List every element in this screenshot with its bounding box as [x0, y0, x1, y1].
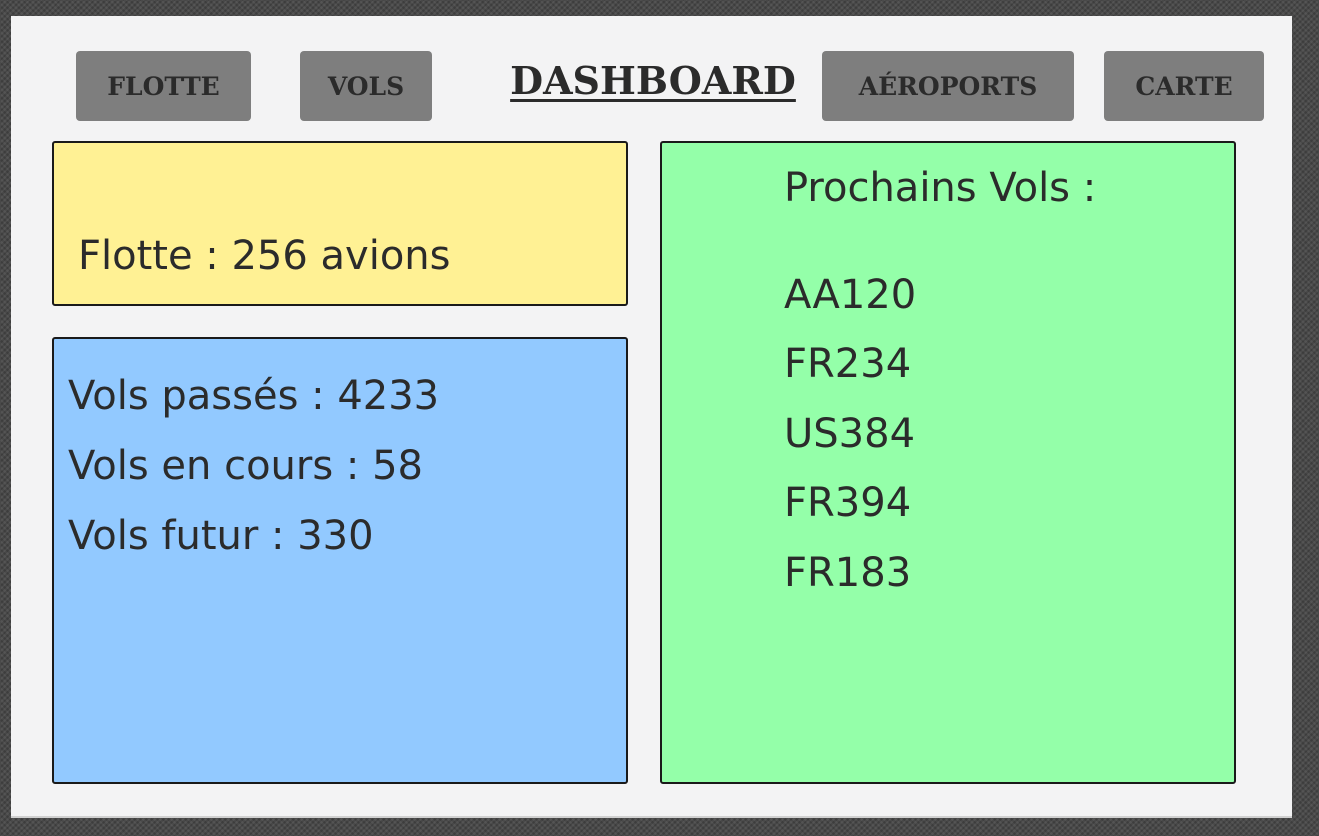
nav-button-flotte[interactable]: FLOTTE	[76, 51, 251, 121]
flight-code: FR394	[784, 480, 912, 526]
next-flights-title: Prochains Vols :	[784, 165, 1097, 211]
flight-code: FR234	[784, 341, 912, 387]
flights-stats-card: Vols passés : 4233 Vols en cours : 58 Vo…	[52, 337, 628, 784]
nav-button-aeroports[interactable]: AÉROPORTS	[822, 51, 1074, 121]
fleet-card: Flotte : 256 avions	[52, 141, 628, 306]
flight-code: AA120	[784, 272, 917, 318]
app-window: FLOTTE VOLS DASHBOARD AÉROPORTS CARTE Fl…	[11, 16, 1292, 818]
flight-code: FR183	[784, 550, 912, 596]
fleet-count-text: Flotte : 256 avions	[78, 233, 451, 279]
future-flights-text: Vols futur : 330	[68, 513, 374, 559]
next-flights-card: Prochains Vols : AA120 FR234 US384 FR394…	[660, 141, 1236, 784]
page-title: DASHBOARD	[510, 58, 796, 103]
nav-button-vols[interactable]: VOLS	[300, 51, 432, 121]
past-flights-text: Vols passés : 4233	[68, 373, 440, 419]
ongoing-flights-text: Vols en cours : 58	[68, 443, 423, 489]
nav-button-carte[interactable]: CARTE	[1104, 51, 1264, 121]
flight-code: US384	[784, 411, 916, 457]
